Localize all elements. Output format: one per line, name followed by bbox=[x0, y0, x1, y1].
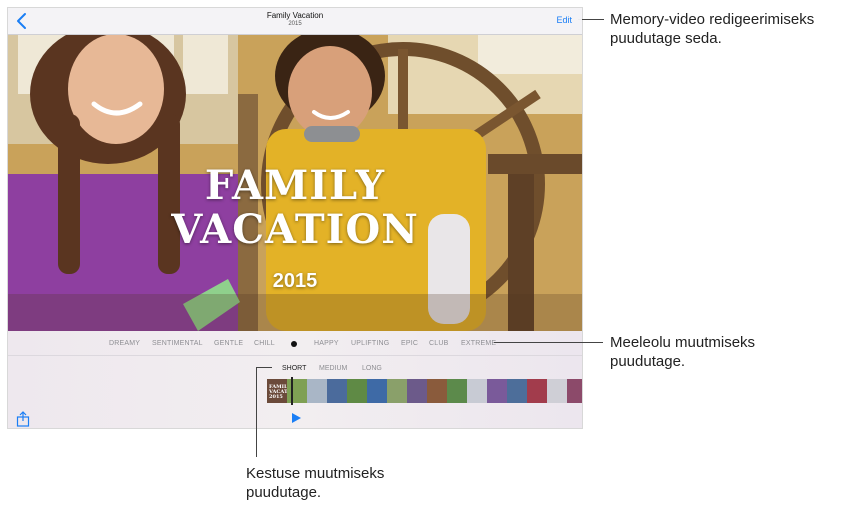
edit-callout: Memory-video redigeerimiseks puudutage s… bbox=[610, 10, 814, 48]
duration-medium[interactable]: MEDIUM bbox=[319, 365, 347, 372]
memory-controls-panel: DREAMY SENTIMENTAL GENTLE CHILL HAPPY UP… bbox=[8, 331, 582, 428]
mood-sentimental[interactable]: SENTIMENTAL bbox=[152, 340, 203, 347]
mood-club[interactable]: CLUB bbox=[429, 340, 448, 347]
duration-long[interactable]: LONG bbox=[362, 365, 382, 372]
video-title-line-2: VACATION bbox=[171, 206, 419, 253]
edit-button[interactable]: Edit bbox=[556, 15, 572, 25]
play-icon[interactable] bbox=[291, 413, 301, 423]
filmstrip-thumb bbox=[447, 379, 467, 403]
filmstrip-playhead[interactable] bbox=[291, 377, 293, 405]
edit-callout-line-2: puudutage seda. bbox=[610, 30, 722, 47]
filmstrip-thumb bbox=[387, 379, 407, 403]
duration-callout-line-2: puudutage. bbox=[246, 484, 322, 501]
mood-chill[interactable]: CHILL bbox=[254, 340, 275, 347]
video-title-year: 2015 bbox=[272, 270, 318, 292]
mood-callout: Meeleolu muutmiseks puudutage. bbox=[610, 333, 755, 371]
video-title-line-1: FAMILY bbox=[204, 162, 386, 209]
filmstrip-thumb bbox=[307, 379, 327, 403]
duration-callout-line-vertical bbox=[256, 367, 257, 457]
edit-callout-line-1: Memory-video redigeerimiseks bbox=[610, 11, 815, 28]
filmstrip-thumb bbox=[547, 379, 567, 403]
memory-subtitle: 2015 bbox=[288, 21, 302, 27]
mood-dreamy[interactable]: DREAMY bbox=[109, 340, 140, 347]
mood-epic[interactable]: EPIC bbox=[401, 340, 418, 347]
mood-gentle[interactable]: GENTLE bbox=[214, 340, 243, 347]
memory-screen: Family Vacation 2015 Edit FAMILY VACATIO… bbox=[7, 7, 583, 429]
duration-callout-line-horizontal bbox=[256, 367, 272, 368]
duration-callout-line-1: Kestuse muutmiseks bbox=[246, 465, 385, 482]
filmstrip-thumb bbox=[527, 379, 547, 403]
filmstrip-thumb bbox=[327, 379, 347, 403]
mood-callout-line-2: puudutage. bbox=[610, 353, 686, 370]
mood-selected-indicator bbox=[291, 341, 297, 347]
mood-selector: DREAMY SENTIMENTAL GENTLE CHILL HAPPY UP… bbox=[8, 331, 582, 356]
memory-title: Family Vacation bbox=[266, 11, 324, 20]
filmstrip-thumb bbox=[407, 379, 427, 403]
mood-happy[interactable]: HAPPY bbox=[314, 340, 339, 347]
memory-video-preview[interactable]: FAMILY VACATION 2015 bbox=[8, 34, 582, 331]
mood-callout-line-1: Meeleolu muutmiseks bbox=[610, 334, 756, 351]
duration-short[interactable]: SHORT bbox=[282, 365, 306, 372]
filmstrip-thumb bbox=[467, 379, 487, 403]
filmstrip-thumb bbox=[367, 379, 387, 403]
navigation-bar: Family Vacation 2015 Edit bbox=[8, 8, 582, 35]
filmstrip[interactable]: FAMILY VACATION 2015 bbox=[267, 379, 582, 403]
filmstrip-thumb bbox=[487, 379, 507, 403]
mood-uplifting[interactable]: UPLIFTING bbox=[351, 340, 389, 347]
filmstrip-thumb bbox=[347, 379, 367, 403]
filmstrip-thumb bbox=[507, 379, 527, 403]
mood-callout-line bbox=[494, 342, 603, 343]
filmstrip-thumb bbox=[287, 379, 307, 403]
filmstrip-thumb bbox=[567, 379, 582, 403]
share-icon[interactable] bbox=[16, 411, 30, 427]
filmstrip-thumb: FAMILY VACATION 2015 bbox=[267, 379, 299, 403]
mood-extreme[interactable]: EXTREME bbox=[461, 340, 496, 347]
duration-callout: Kestuse muutmiseks puudutage. bbox=[246, 464, 384, 502]
filmstrip-thumb bbox=[427, 379, 447, 403]
